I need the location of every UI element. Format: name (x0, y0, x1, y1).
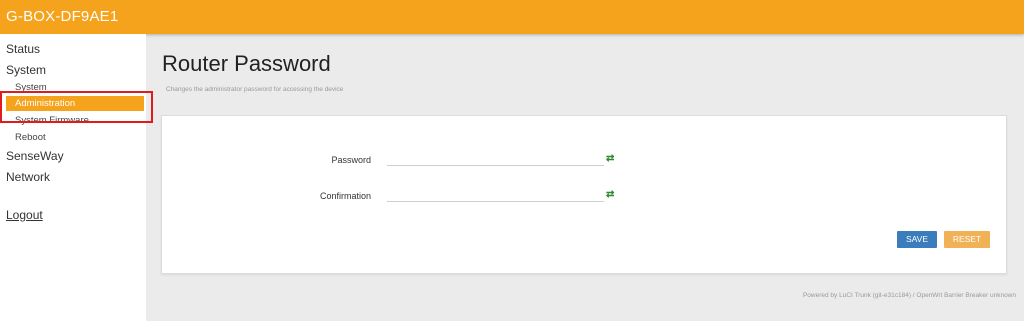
confirmation-input[interactable] (387, 188, 604, 202)
password-input[interactable] (387, 152, 604, 166)
page-description: Changes the administrator password for a… (166, 86, 344, 93)
confirmation-label: Confirmation (319, 191, 371, 201)
password-form-panel: Password ⇄ Confirmation ⇄ SAVE RESET (161, 115, 1007, 274)
annotation-highlight-box (0, 91, 153, 123)
save-button[interactable]: SAVE (897, 231, 937, 248)
sidebar-item-network[interactable]: Network (6, 170, 50, 184)
footer-text: Powered by LuCI Trunk (git-e31c184) / Op… (802, 292, 1016, 299)
sidebar: Status System System Administration Syst… (0, 34, 153, 321)
logout-link[interactable]: Logout (6, 208, 43, 222)
reveal-confirmation-icon[interactable]: ⇄ (606, 189, 614, 200)
sidebar-item-senseway[interactable]: SenseWay (6, 149, 64, 163)
password-label: Password (331, 155, 371, 165)
sidebar-subitem-reboot[interactable]: Reboot (15, 132, 46, 143)
page-title: Router Password (162, 51, 331, 76)
brand-title: G-BOX-DF9AE1 (6, 8, 119, 25)
reset-button[interactable]: RESET (944, 231, 990, 248)
sidebar-item-system[interactable]: System (6, 63, 46, 77)
reveal-password-icon[interactable]: ⇄ (606, 153, 614, 164)
sidebar-item-status[interactable]: Status (6, 42, 40, 56)
top-header-bar: G-BOX-DF9AE1 (0, 0, 1024, 34)
